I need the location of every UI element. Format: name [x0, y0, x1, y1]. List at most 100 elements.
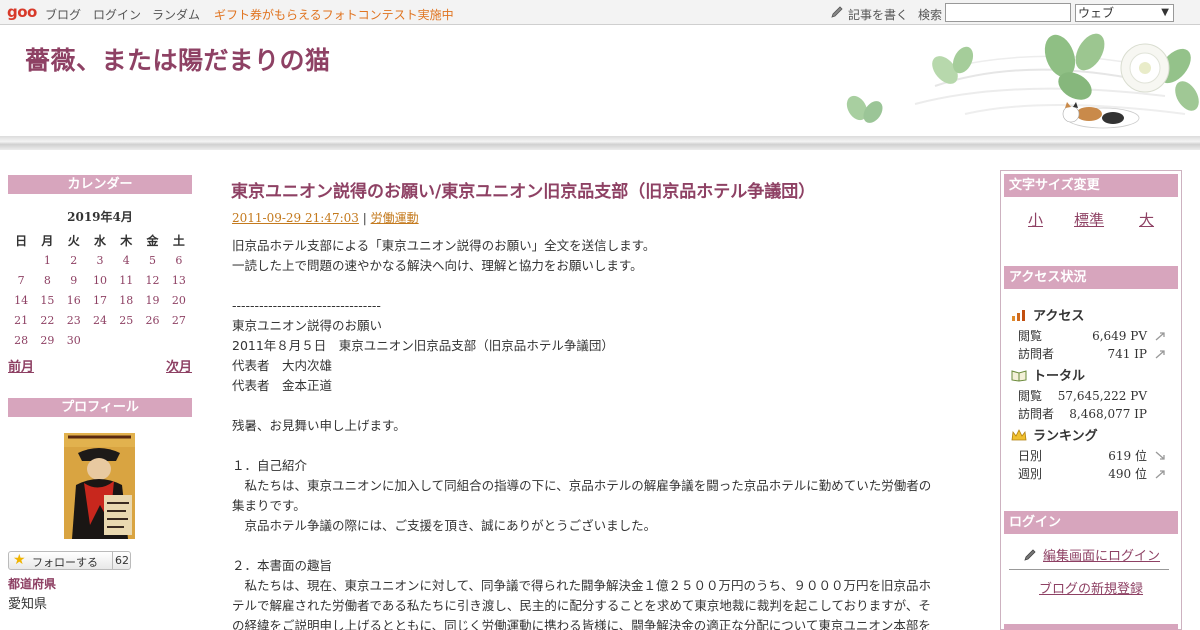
blog-title[interactable]: 薔薇、または陽だまりの猫	[25, 41, 331, 77]
calendar-table: 日 月 火 水 木 金 土 1 2 3 4 5 6 7 8 9 10 11 12…	[8, 230, 192, 350]
weekday-cell: 木	[120, 233, 133, 248]
follow-button[interactable]: ★ フォローする 62	[8, 551, 131, 570]
access-group-recent: アクセス 閲覧 6,649 PV 訪問者 741 IP	[1011, 307, 1171, 363]
post-line	[232, 396, 962, 416]
calendar-month: 2019年4月	[67, 210, 133, 224]
calendar-day: 23	[66, 313, 81, 327]
calendar-day	[8, 250, 34, 270]
profile-avatar[interactable]	[64, 433, 135, 539]
access-row-label: 日別	[1018, 449, 1043, 463]
star-icon: ★	[13, 552, 26, 568]
calendar-prev-month-link[interactable]: 前月	[8, 356, 34, 375]
nav-link-random[interactable]: ランダム	[152, 6, 200, 23]
calendar-day	[166, 330, 192, 350]
calendar-day: 10	[92, 273, 107, 287]
blog-header: 薔薇、または陽だまりの猫	[0, 26, 1200, 140]
post-line: 一読した上で問題の速やかなる解決へ向け、理解と協力をお願いします。	[232, 258, 643, 273]
post-line	[232, 436, 962, 456]
calendar-day: 25	[119, 313, 134, 327]
calendar-heading: カレンダー	[8, 175, 192, 194]
nav-link-blog[interactable]: ブログ	[45, 6, 81, 23]
weekday-cell: 日	[15, 233, 28, 248]
font-size-small-link[interactable]: 小	[1028, 209, 1043, 230]
post-category-link[interactable]: 労働運動	[371, 211, 419, 225]
calendar-day: 28	[14, 333, 29, 347]
post-date-link[interactable]: 2011-09-29 21:47:03	[232, 211, 359, 225]
trend-up-icon[interactable]	[1154, 468, 1167, 480]
logo-text: goo	[7, 3, 37, 21]
follow-count: 62	[112, 552, 131, 569]
post-line: の経緯をご説明申し上げるとともに、同じく労働運動に携わる皆様に、闘争解決金の適正…	[232, 618, 931, 630]
weekday-cell: 土	[172, 233, 185, 248]
edit-login-label: 編集画面にログイン	[1043, 549, 1161, 564]
calendar-day: 7	[17, 273, 25, 287]
post-line: テルで解雇された労働者である私たちに引き渡し、民主的に配分することを求めて東京地…	[232, 598, 931, 613]
promo-link[interactable]: ギフト券がもらえるフォトコンテスト実施中	[214, 6, 454, 23]
calendar-day: 27	[171, 313, 186, 327]
calendar-day: 17	[92, 293, 107, 307]
calendar-day: 8	[43, 273, 51, 287]
write-article-link[interactable]: 記事を書く	[848, 6, 908, 23]
access-group-ranking: ランキング 日別 619 位 週別 490 位	[1011, 427, 1171, 483]
access-row-label: 週別	[1018, 467, 1043, 481]
header-divider	[0, 136, 1200, 150]
post-line: ---------------------------------	[232, 298, 381, 313]
trend-up-icon[interactable]	[1154, 348, 1167, 360]
calendar-day: 6	[175, 253, 183, 267]
access-row-value: 619 位	[1108, 449, 1147, 463]
new-blog-signup-link[interactable]: ブログの新規登録	[1039, 578, 1143, 597]
goo-logo[interactable]: goo	[7, 3, 37, 21]
calendar-next-month-link[interactable]: 次月	[166, 356, 192, 375]
access-row-label: 訪問者	[1018, 407, 1055, 421]
nav-link-login[interactable]: ログイン	[93, 6, 141, 23]
weekday-cell: 金	[146, 233, 159, 248]
prefecture-label: 都道府県	[8, 577, 57, 591]
access-heading: アクセス状況	[1004, 266, 1178, 289]
chevron-down-icon: ▼	[1161, 7, 1169, 18]
login-heading: ログイン	[1004, 511, 1178, 534]
profile-heading: プロフィール	[8, 398, 192, 417]
calendar-day	[113, 330, 139, 350]
crown-icon	[1011, 429, 1027, 441]
font-size-heading: 文字サイズ変更	[1004, 174, 1178, 197]
calendar-day: 15	[40, 293, 55, 307]
trend-down-icon[interactable]	[1154, 450, 1167, 462]
post-line: 旧京品ホテル支部による「東京ユニオン説得のお願い」全文を送信します。	[232, 238, 656, 253]
calendar-week-row: 7 8 9 10 11 12 13	[8, 270, 192, 290]
calendar-week-row: 14 15 16 17 18 19 20	[8, 290, 192, 310]
header-illustration-icon	[846, 33, 1199, 129]
access-row-value: 57,645,222 PV	[1057, 389, 1147, 403]
post-line: 代表者 大内次雄	[232, 358, 333, 373]
post-meta: 2011-09-29 21:47:03 | 労働運動	[232, 209, 419, 226]
calendar-day: 12	[145, 273, 160, 287]
calendar-day: 4	[122, 253, 130, 267]
pencil-icon[interactable]	[830, 5, 844, 19]
access-row-value: 490 位	[1108, 467, 1147, 481]
calendar-day: 1	[43, 253, 51, 267]
calendar-day: 29	[40, 333, 55, 347]
right-sidebar: 文字サイズ変更 小 標準 大 アクセス状況 アクセス 閲覧 6,649 PV 訪…	[1000, 170, 1182, 630]
edit-login-link[interactable]: 編集画面にログイン	[1023, 545, 1160, 564]
access-group-title: アクセス	[1011, 307, 1171, 327]
font-size-large-link[interactable]: 大	[1139, 209, 1154, 230]
calendar-day	[87, 330, 113, 350]
calendar-day: 2	[70, 253, 78, 267]
post-title[interactable]: 東京ユニオン説得のお願い/東京ユニオン旧京品支部（旧京品ホテル争議団）	[231, 177, 815, 202]
calendar-week-row: 28 29 30	[8, 330, 192, 350]
calendar-weekday-row: 日 月 火 水 木 金 土	[8, 230, 192, 250]
font-size-normal-link[interactable]: 標準	[1074, 209, 1104, 230]
calendar-day: 22	[40, 313, 55, 327]
search-input[interactable]	[945, 3, 1071, 22]
next-section-heading	[1004, 624, 1178, 630]
post-line: 集まりです。	[232, 498, 306, 513]
post-line: 残暑、お見舞い申し上げます。	[232, 418, 406, 433]
calendar-day: 21	[14, 313, 29, 327]
prefecture-value: 愛知県	[8, 597, 48, 612]
trend-up-icon[interactable]	[1154, 330, 1167, 342]
calendar-day: 26	[145, 313, 160, 327]
access-row-label: 閲覧	[1018, 329, 1043, 343]
post-line: 東京ユニオン説得のお願い	[232, 318, 383, 333]
access-row-value: 8,468,077 IP	[1069, 407, 1147, 421]
search-scope-select[interactable]: ウェブ ▼	[1075, 4, 1174, 22]
access-row: 訪問者 8,468,077 IP	[1011, 405, 1171, 423]
